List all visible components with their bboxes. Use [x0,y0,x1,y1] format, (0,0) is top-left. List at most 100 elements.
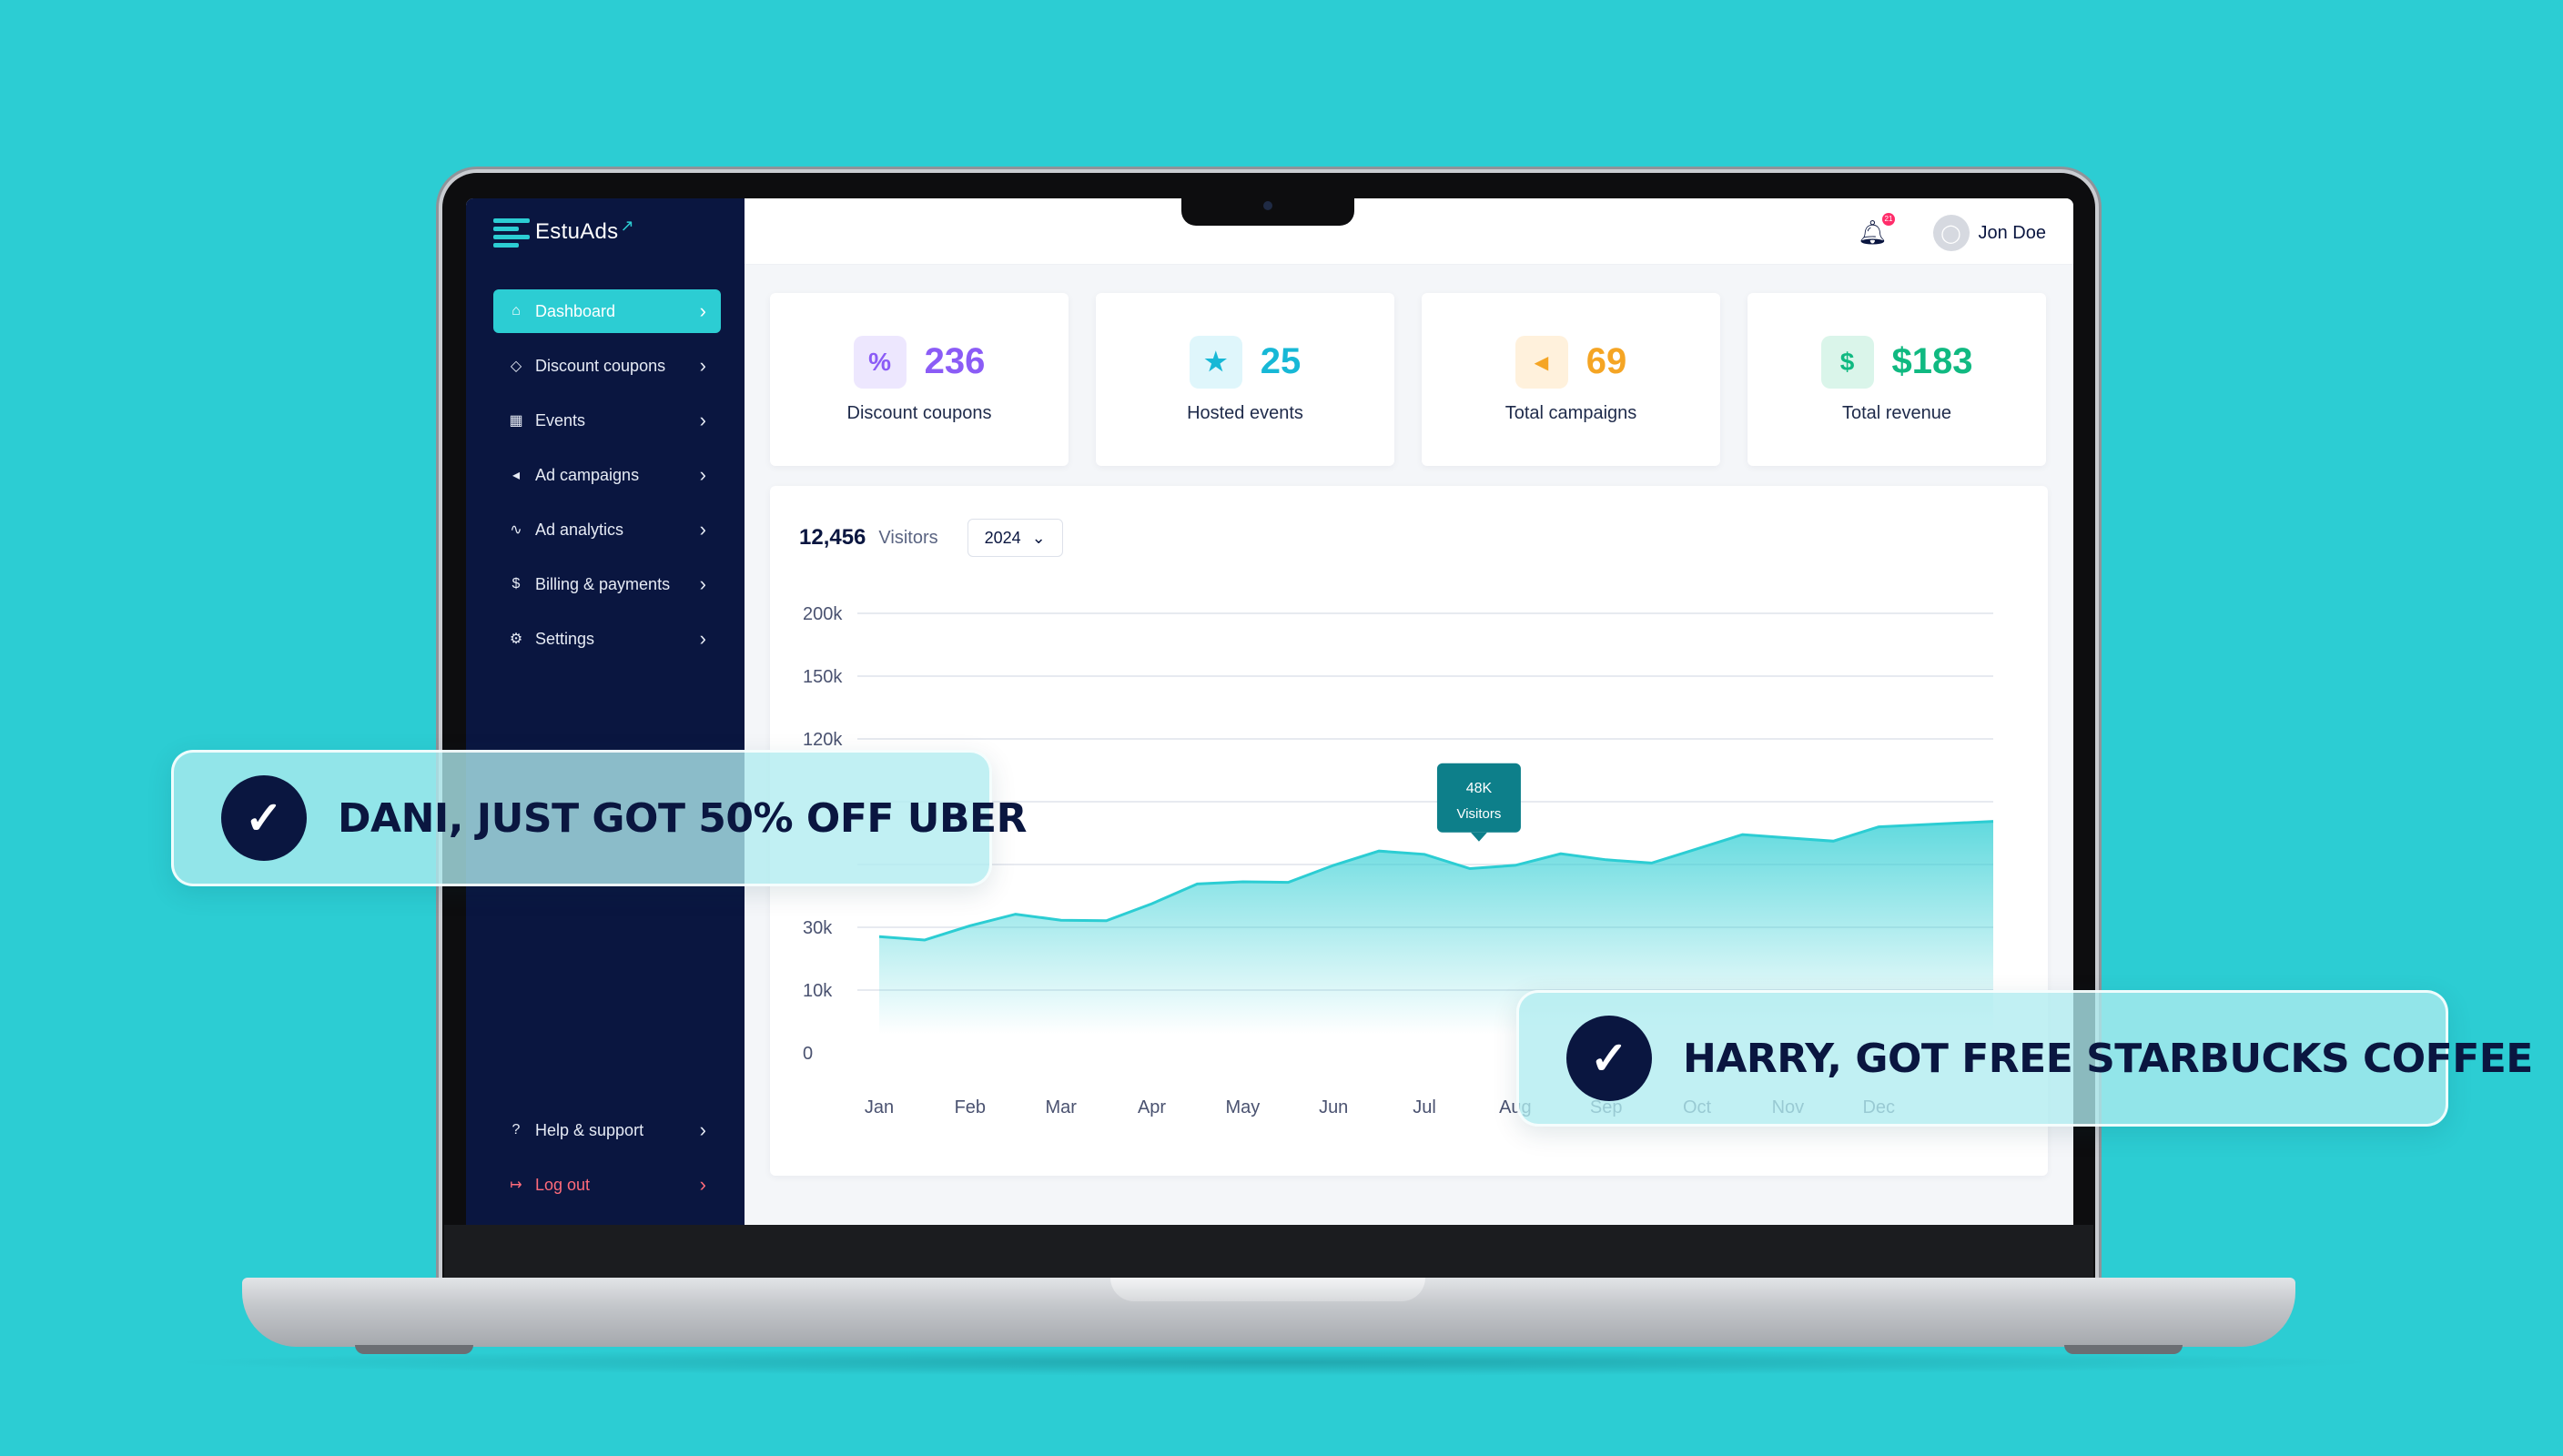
sidebar-item-ad-campaigns[interactable]: ◂ Ad campaigns › [493,453,721,497]
stat-card-top: $ $183 [1820,335,1973,389]
megaphone-icon: ◂ [512,468,521,483]
stat-card[interactable]: ★ 25 Hosted events [1096,293,1394,466]
chevron-right-icon: › [699,1118,706,1141]
notification-text: DANI, JUST GOT 50% OFF UBER [338,794,1027,842]
sidebar-bottom-nav: ? Help & support › ↦ Log out › [493,1108,721,1218]
logo-arrow-icon: ↗ [620,216,634,235]
sidebar-item-label: Ad campaigns [535,465,640,484]
camera-icon [1263,201,1272,210]
gear-icon: ⚙ [509,632,523,647]
sidebar-item-settings[interactable]: ⚙ Settings › [493,617,721,661]
chevron-right-icon: › [699,463,706,486]
sidebar-item-log-out[interactable]: ↦ Log out › [493,1163,721,1207]
sidebar-item-label: Events [535,410,586,430]
visitors-count: 12,456 [799,525,866,550]
sidebar-item-ad-analytics[interactable]: ∿ Ad analytics › [493,508,721,551]
stat-value: 69 [1585,341,1627,381]
stat-card[interactable]: $ $183 Total revenue [1748,293,2046,466]
sidebar-item-label: Dashboard [535,301,616,320]
logo[interactable]: EstuAds ↗ [493,217,634,248]
x-tick-label: Jul [1413,1097,1436,1117]
stat-card[interactable]: % 236 Discount coupons [770,293,1069,466]
sidebar-item-billing-payments[interactable]: $ Billing & payments › [493,562,721,606]
chevron-right-icon: › [699,627,706,650]
notification-toast: ✓ HARRY, GOT FREE STARBUCKS COFFEE [1516,990,2533,1127]
tooltip-value: 48K [1466,781,1493,796]
stat-card[interactable]: ◂ 69 Total campaigns [1422,293,1720,466]
sidebar-item-label: Discount coupons [535,356,666,375]
stat-value: $183 [1891,341,1973,381]
chart-tooltip: 48K Visitors [1436,763,1521,842]
laptop-foot [355,1345,473,1354]
sidebar-item-label: Ad analytics [535,520,624,539]
sidebar-item-label: Help & support [535,1120,644,1139]
year-select[interactable]: 2024 ⌄ [967,519,1063,557]
y-tick-label: 0 [803,1044,813,1064]
user-name: Jon Doe [1978,222,2047,243]
dollar-circle-icon: $ [1820,335,1874,389]
calendar-icon: ▦ [509,413,523,429]
topbar: 🔔︎ 21 ◯ Jon Doe [745,198,2073,265]
tooltip-label: Visitors [1456,806,1501,822]
x-tick-label: Jun [1319,1097,1348,1117]
stat-card-top: ◂ 69 [1514,335,1627,389]
chevron-down-icon: ⌄ [1031,528,1046,547]
trend-icon: ∿ [510,522,522,538]
x-tick-label: Feb [955,1097,986,1117]
sidebar: EstuAds ↗ ⌂ Dashboard › ◇ Discount coupons › ▦… [466,198,745,1225]
visitors-label: Visitors [878,527,938,548]
y-tick-label: 120k [803,730,843,750]
sidebar-item-dashboard[interactable]: ⌂ Dashboard › [493,289,721,333]
sidebar-item-label: Billing & payments [535,574,671,593]
stat-label: Discount coupons [846,402,992,423]
megaphone-icon: ◂ [1514,335,1568,389]
visitors-header: 12,456 Visitors 2024 ⌄ [799,519,1063,557]
year-value: 2024 [984,528,1021,547]
tag-icon: ◇ [510,359,522,374]
chevron-right-icon: › [699,299,706,322]
screen-notch [1181,195,1354,226]
chevron-right-icon: › [699,518,706,541]
x-tick-label: May [1225,1097,1260,1117]
sidebar-nav: ⌂ Dashboard › ◇ Discount coupons › ▦ Events › ◂ Ad… [493,289,721,672]
stat-label: Hosted events [1187,402,1303,423]
sidebar-item-label: Log out [535,1175,591,1194]
sidebar-item-help-support[interactable]: ? Help & support › [493,1108,721,1152]
stat-card-top: ★ 25 [1189,335,1301,389]
stat-label: Total campaigns [1504,402,1637,423]
help-icon: ? [512,1122,521,1138]
chevron-right-icon: › [699,1173,706,1196]
y-tick-label: 30k [803,918,833,938]
stat-value: 236 [924,341,986,381]
coupon-icon: % [853,335,907,389]
check-icon: ✓ [221,775,307,861]
y-tick-label: 10k [803,981,833,1001]
logo-icon [493,217,530,248]
home-icon: ⌂ [512,303,521,318]
dollar-icon: $ [512,576,521,592]
logo-text: EstuAds [535,219,619,244]
sidebar-item-events[interactable]: ▦ Events › [493,399,721,442]
notification-text: HARRY, GOT FREE STARBUCKS COFFEE [1683,1035,2533,1082]
notification-badge: 21 [1882,213,1895,226]
sidebar-item-discount-coupons[interactable]: ◇ Discount coupons › [493,344,721,388]
avatar: ◯ [1932,215,1970,251]
stat-card-top: % 236 [853,335,986,389]
x-tick-label: Jan [865,1097,894,1117]
y-tick-label: 200k [803,604,843,624]
laptop-opening-notch [1110,1278,1425,1301]
laptop-shadow [164,1349,2385,1376]
y-tick-label: 150k [803,667,843,687]
chevron-right-icon: › [699,409,706,431]
notification-toast: ✓ DANI, JUST GOT 50% OFF UBER [171,750,1027,886]
stat-label: Total revenue [1841,402,1952,423]
laptop-chin [444,1225,2093,1279]
sidebar-item-label: Settings [535,629,595,648]
user-menu[interactable]: ◯ Jon Doe [1932,215,2047,251]
x-tick-label: Mar [1045,1097,1077,1117]
laptop-foot [2064,1345,2183,1354]
logout-icon: ↦ [510,1178,522,1193]
check-icon: ✓ [1566,1016,1652,1101]
x-tick-label: Apr [1138,1097,1166,1117]
chevron-right-icon: › [699,354,706,377]
